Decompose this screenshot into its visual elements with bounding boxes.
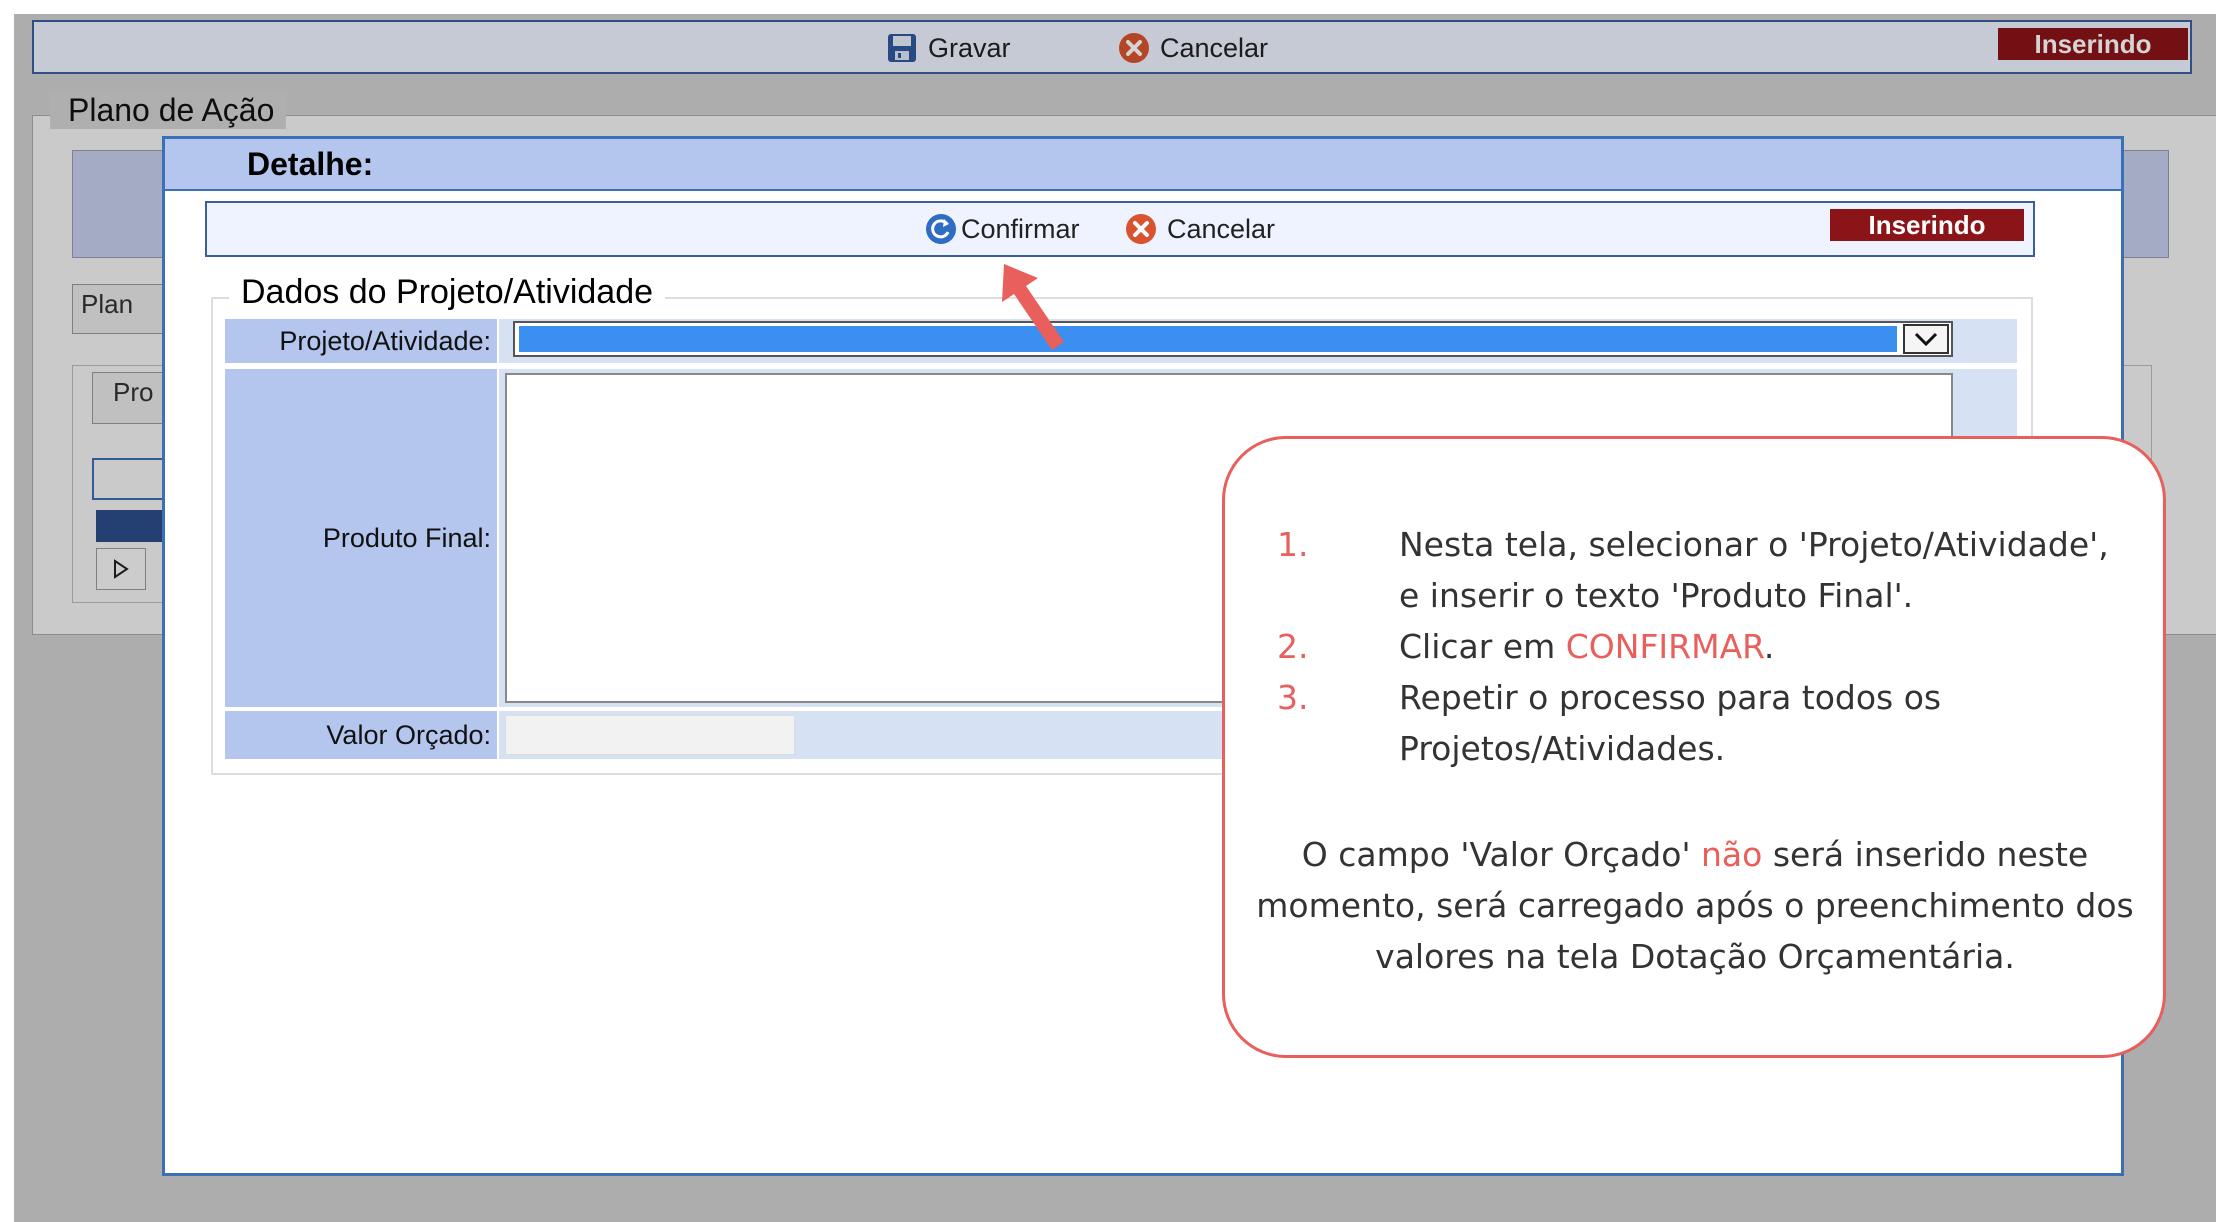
step-text: Nesta tela, selecionar o 'Projeto/Ativid… [1399,525,2109,615]
produto-label: Produto Final: [225,369,497,707]
callout-note: O campo 'Valor Orçado' não será inserido… [1255,829,2135,982]
step-text-after: . [1763,627,1775,666]
projeto-label: Projeto/Atividade: [225,319,497,363]
projeto-dropdown-button[interactable] [1903,324,1949,354]
projeto-select-value [519,326,1897,352]
dialog-cancel-label: Cancelar [1167,213,1276,244]
confirm-button[interactable]: Confirmar [925,211,1080,247]
dialog-cancel-button[interactable]: Cancelar [1125,211,1275,247]
step-number: 3. [1277,678,1309,717]
projeto-select[interactable] [513,321,1953,357]
note-highlight: não [1701,835,1763,874]
confirm-refresh-icon [926,214,956,244]
step-number: 2. [1277,627,1309,666]
valor-label: Valor Orçado: [225,711,497,759]
pointer-arrow-icon [1002,264,1064,350]
confirm-label: Confirmar [961,213,1080,244]
step-highlight: CONFIRMAR [1565,627,1764,666]
cancel-x-icon [1126,214,1156,244]
dialog-status-badge: Inserindo [1830,209,2024,241]
chevron-down-icon [1914,332,1938,347]
step-text: Clicar em CONFIRMAR. [1399,621,2137,672]
step-text-before: Clicar em [1399,627,1566,666]
dialog-title: Detalhe: [165,139,2121,191]
step-text: Repetir o processo para todos os Projeto… [1399,678,1942,768]
dialog-toolbar: Confirmar Cancelar Inserindo [205,201,2035,257]
note-before: O campo 'Valor Orçado' [1301,835,1702,874]
fieldset-title: Dados do Projeto/Atividade [229,273,666,312]
instruction-callout: 1. Nesta tela, selecionar o 'Projeto/Ati… [1222,436,2166,1058]
valor-input[interactable] [505,715,795,755]
step-number: 1. [1277,525,1309,564]
